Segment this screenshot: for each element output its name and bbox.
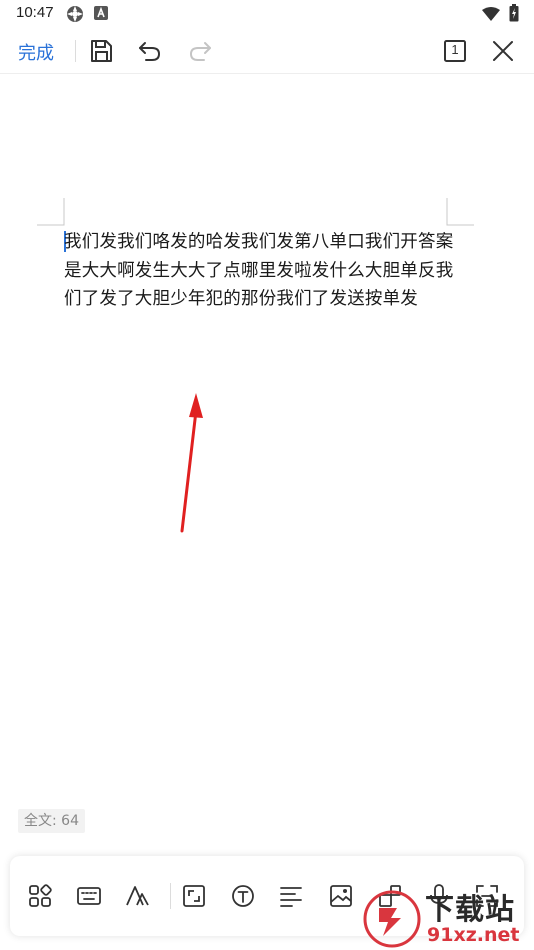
word-count-badge: 全文: 64 — [18, 809, 85, 833]
done-button[interactable]: 完成 — [18, 39, 54, 65]
status-time: 10:47 — [16, 4, 54, 21]
undo-icon[interactable] — [136, 37, 164, 65]
a-badge-icon — [94, 5, 108, 24]
editor-toolbar: 完成 1 — [0, 28, 534, 74]
toolbar-divider — [75, 40, 76, 62]
text-style-icon[interactable] — [124, 883, 150, 909]
bottom-toolbar-divider — [170, 883, 171, 909]
text-box-icon[interactable] — [230, 883, 256, 909]
page-count-icon[interactable]: 1 — [441, 37, 469, 65]
margin-mark-top-right — [446, 198, 474, 226]
annotation-arrow — [180, 393, 203, 533]
image-icon[interactable] — [328, 883, 354, 909]
watermark-title: 下载站 — [425, 892, 516, 926]
wifi-icon — [482, 6, 500, 25]
fullscreen-icon[interactable] — [181, 883, 207, 909]
watermark-logo: 下载站 91xz.net — [363, 886, 534, 950]
keyboard-icon[interactable] — [76, 883, 102, 909]
page-number: 1 — [451, 42, 459, 57]
close-icon[interactable] — [489, 37, 517, 65]
battery-icon — [509, 4, 519, 26]
document-body[interactable]: 我们发我们咯发的哈发我们发第八单口我们开答案是大大啊发生大大了点哪里发啦发什么大… — [64, 228, 456, 314]
watermark-url: 91xz.net — [427, 924, 520, 946]
margin-mark-top-left — [37, 198, 65, 226]
align-icon[interactable] — [278, 883, 304, 909]
status-bar: 10:47 — [0, 0, 534, 28]
watermark-badge-icon — [363, 890, 421, 948]
apps-grid-icon[interactable] — [27, 883, 53, 909]
settings-gear-icon — [66, 5, 84, 27]
save-icon[interactable] — [87, 37, 115, 65]
redo-icon[interactable] — [186, 37, 214, 65]
